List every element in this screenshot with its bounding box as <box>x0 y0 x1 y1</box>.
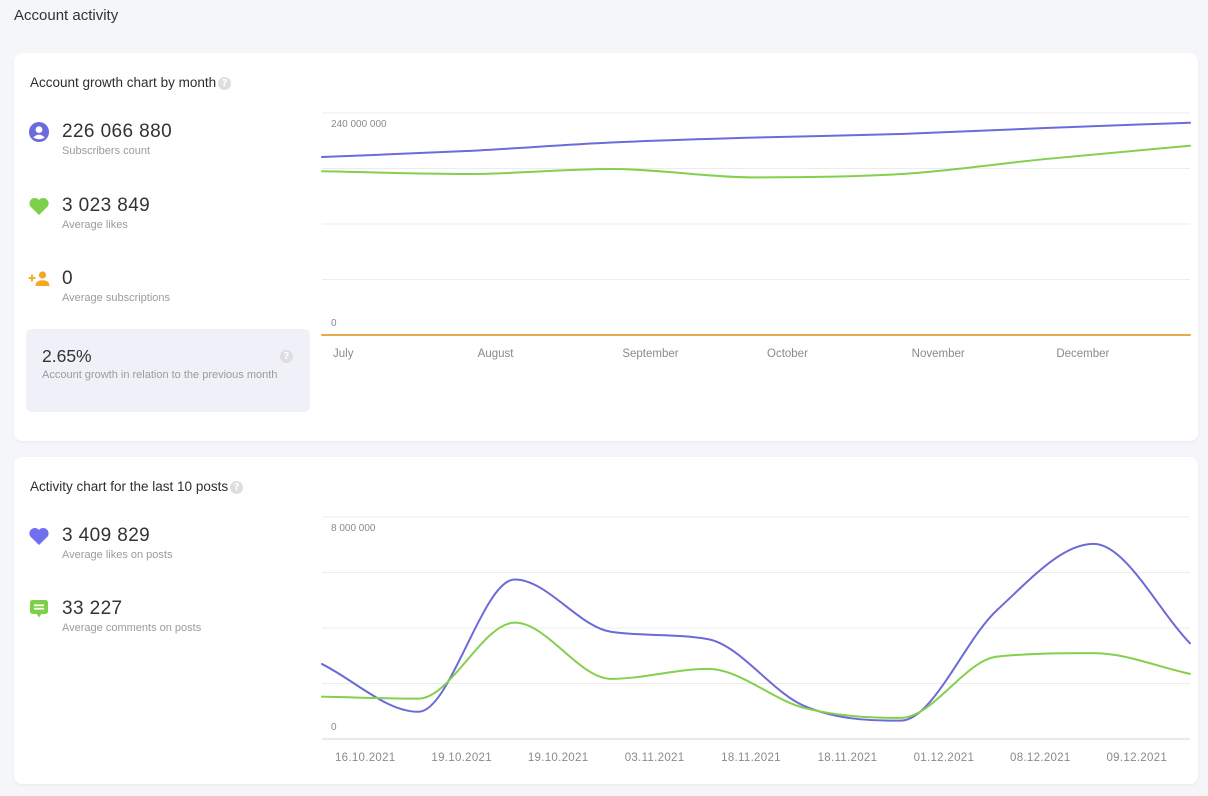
account-growth-chart: 240 000 000 0 July August September October No… <box>321 112 1191 360</box>
x-tick-label: 16.10.2021 <box>335 752 396 764</box>
x-tick-label: 08.12.2021 <box>1010 752 1071 764</box>
x-tick-label: October <box>767 348 808 360</box>
posts-activity-chart: 8 000 000 0 16.10.2021 19.10.2021 19.10.2021… <box>321 516 1191 764</box>
x-tick-label: 03.11.2021 <box>625 752 685 764</box>
x-tick-label: 19.10.2021 <box>528 752 589 764</box>
x-tick-label: July <box>333 348 354 360</box>
x-tick-label: November <box>912 348 965 360</box>
x-tick-label: September <box>622 348 678 360</box>
y-tick-label: 240 000 000 <box>331 119 387 130</box>
x-tick-label: December <box>1056 348 1109 360</box>
x-tick-label: 01.12.2021 <box>914 752 975 764</box>
y-tick-label: 0 <box>331 318 337 329</box>
posts-activity-card: Activity chart for the last 10 posts 3 4… <box>14 457 1198 784</box>
series-line-average-likes <box>321 144 1191 179</box>
x-tick-label: August <box>478 348 515 360</box>
x-tick-label: 18.11.2021 <box>818 752 878 764</box>
series-line-average-likes-on-posts <box>321 542 1191 722</box>
x-tick-label: 09.12.2021 <box>1106 752 1167 764</box>
page-title: Account activity <box>14 7 119 24</box>
x-tick-label: 18.11.2021 <box>721 752 781 764</box>
y-tick-label: 8 000 000 <box>331 523 376 534</box>
account-growth-card: Account growth chart by month 226 066 88… <box>14 53 1198 441</box>
x-tick-label: 19.10.2021 <box>431 752 492 764</box>
series-line-subscribers-count <box>321 121 1191 159</box>
y-tick-label: 0 <box>331 722 337 733</box>
